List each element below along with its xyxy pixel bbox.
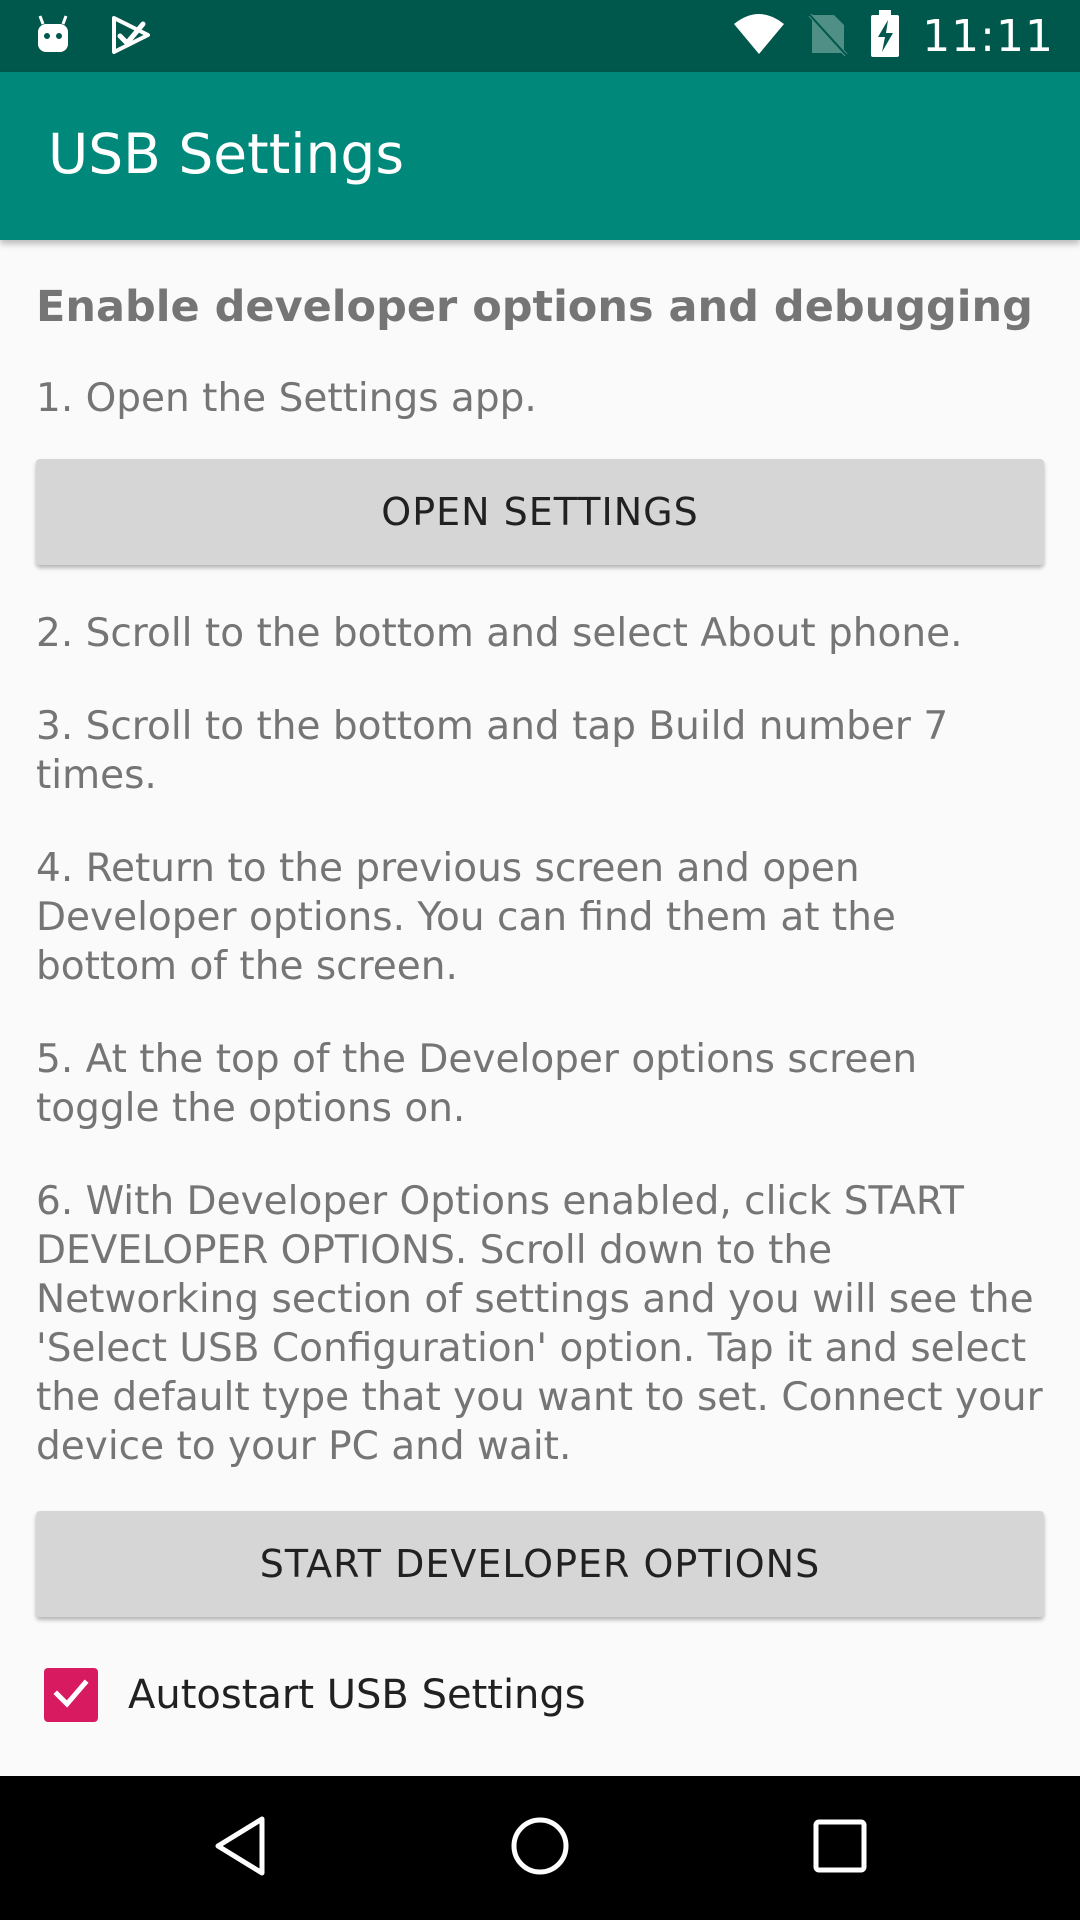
status-bar: 11:11 xyxy=(0,0,1080,72)
open-settings-button[interactable]: OPEN SETTINGS xyxy=(36,459,1044,565)
autostart-checkbox[interactable] xyxy=(44,1668,98,1722)
back-icon xyxy=(210,1813,270,1883)
status-notifications xyxy=(34,14,152,60)
app-bar: USB Settings xyxy=(0,72,1080,240)
instruction-step-4: 4. Return to the previous screen and ope… xyxy=(36,846,896,989)
home-button[interactable] xyxy=(498,1806,582,1890)
android-icon xyxy=(34,14,72,60)
battery-charging-icon xyxy=(870,10,900,62)
start-developer-options-button[interactable]: START DEVELOPER OPTIONS xyxy=(36,1511,1044,1617)
recents-icon xyxy=(812,1818,868,1878)
status-clock: 11:11 xyxy=(922,10,1054,62)
instruction-step-3: 3. Scroll to the bottom and tap Build nu… xyxy=(36,704,949,798)
checkmark-icon xyxy=(51,1673,91,1717)
main-content: Enable developer options and debugging 1… xyxy=(36,240,1044,1733)
autostart-row[interactable]: Autostart USB Settings xyxy=(36,1657,1044,1733)
instruction-step-5: 5. At the top of the Developer options s… xyxy=(36,1037,918,1131)
play-check-icon xyxy=(110,14,152,60)
app-title: USB Settings xyxy=(48,122,404,186)
home-icon xyxy=(508,1814,572,1882)
instruction-step-6: 6. With Developer Options enabled, click… xyxy=(36,1179,1043,1469)
autostart-label[interactable]: Autostart USB Settings xyxy=(128,1672,586,1718)
back-button[interactable] xyxy=(198,1806,282,1890)
section-heading: Enable developer options and debugging xyxy=(36,282,1033,332)
no-sim-icon xyxy=(807,11,849,61)
instruction-step-2: 2. Scroll to the bottom and select About… xyxy=(36,611,963,656)
recents-button[interactable] xyxy=(798,1806,882,1890)
instruction-step-1: 1. Open the Settings app. xyxy=(36,376,537,421)
status-system: 11:11 xyxy=(732,10,1054,62)
wifi-icon xyxy=(732,12,786,60)
navigation-bar xyxy=(0,1776,1080,1920)
